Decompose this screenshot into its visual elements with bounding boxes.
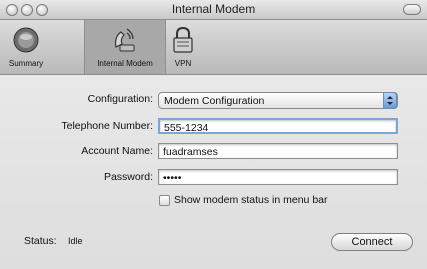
- configuration-label: Configuration:: [87, 93, 153, 105]
- connect-button[interactable]: Connect: [331, 233, 413, 251]
- configuration-popup[interactable]: Modem Configuration: [158, 92, 398, 109]
- toolbar-item-vpn[interactable]: VPN: [168, 20, 198, 74]
- title-bar: Internal Modem: [0, 0, 427, 20]
- password-label: Password:: [103, 171, 153, 183]
- telephone-number-value: 555-1234: [164, 122, 209, 134]
- window-title: Internal Modem: [171, 2, 256, 16]
- status-value: Idle: [68, 236, 83, 246]
- configuration-value: Modem Configuration: [164, 95, 265, 107]
- account-name-label: Account Name:: [81, 145, 153, 157]
- toolbar: Summary Internal Modem VPN: [0, 20, 427, 75]
- internet-connect-window: Internal Modem Summary Internal Modem VP…: [0, 0, 427, 269]
- telephone-number-label: Telephone Number:: [61, 120, 153, 132]
- popup-arrows-icon: [383, 92, 397, 109]
- toolbar-toggle-button[interactable]: [403, 4, 421, 15]
- status-label: Status:: [24, 235, 57, 247]
- toolbar-item-label: VPN: [174, 59, 192, 68]
- summary-icon: [13, 27, 39, 53]
- toolbar-item-label: Internal Modem: [97, 59, 153, 68]
- password-value: •••••: [163, 172, 182, 184]
- toolbar-item-label: Summary: [8, 59, 44, 68]
- toolbar-item-summary[interactable]: Summary: [4, 20, 48, 74]
- telephone-number-field[interactable]: 555-1234: [158, 118, 398, 134]
- password-field[interactable]: •••••: [158, 169, 398, 185]
- account-name-value: fuadramses: [163, 146, 218, 158]
- settings-panel: Configuration: Modem Configuration Telep…: [0, 75, 427, 269]
- modem-icon: [114, 28, 135, 52]
- show-modem-status-label: Show modem status in menu bar: [174, 194, 328, 206]
- toolbar-item-internal-modem[interactable]: Internal Modem: [84, 20, 166, 74]
- account-name-field[interactable]: fuadramses: [158, 143, 398, 159]
- show-modem-status-checkbox[interactable]: [159, 195, 170, 206]
- vpn-lock-icon: [173, 26, 193, 53]
